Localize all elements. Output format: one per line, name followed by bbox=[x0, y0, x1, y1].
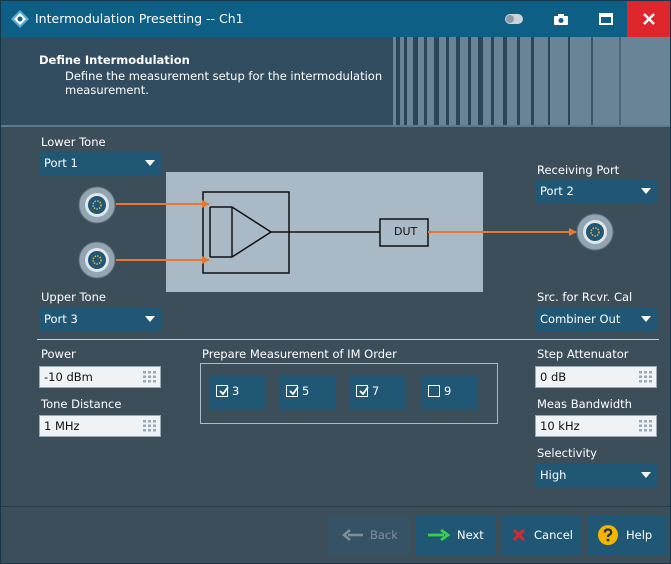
chevron-down-icon bbox=[641, 472, 651, 478]
checkbox-box bbox=[428, 385, 440, 397]
src-rcvr-cal-value: Combiner Out bbox=[540, 312, 621, 326]
tone-distance-label: Tone Distance bbox=[41, 397, 122, 411]
keypad-icon[interactable] bbox=[639, 371, 652, 383]
keypad-icon[interactable] bbox=[639, 420, 652, 432]
port-connector-icon bbox=[78, 186, 116, 224]
lower-tone-dropdown[interactable]: Port 1 bbox=[39, 151, 161, 175]
keypad-icon[interactable] bbox=[143, 420, 156, 432]
step-attenuator-value: 0 dB bbox=[540, 370, 567, 384]
lower-tone-label: Lower Tone bbox=[41, 135, 106, 149]
lower-tone-value: Port 1 bbox=[44, 156, 78, 170]
section-separator bbox=[37, 339, 659, 340]
dut-label: DUT bbox=[394, 225, 418, 238]
checkmark-icon bbox=[219, 386, 229, 396]
upper-tone-dropdown[interactable]: Port 3 bbox=[39, 307, 161, 331]
im-order-checkbox-9[interactable]: 9 bbox=[422, 375, 478, 409]
port-connector-icon bbox=[576, 213, 614, 251]
selectivity-label: Selectivity bbox=[537, 446, 597, 460]
meas-bandwidth-value: 10 kHz bbox=[540, 419, 580, 433]
step-attenuator-field[interactable]: 0 dB bbox=[535, 366, 657, 388]
tone-distance-value: 1 MHz bbox=[44, 419, 80, 433]
checkbox-box bbox=[356, 385, 369, 397]
checkbox-box bbox=[216, 385, 229, 397]
chevron-down-icon bbox=[641, 188, 651, 194]
help-icon bbox=[598, 525, 618, 545]
im-order-label: Prepare Measurement of IM Order bbox=[202, 347, 397, 361]
power-label: Power bbox=[41, 347, 76, 361]
keypad-icon[interactable] bbox=[143, 371, 156, 383]
im-order-checkbox-5[interactable]: 5 bbox=[280, 375, 336, 409]
checkbox-box bbox=[286, 385, 299, 397]
upper-tone-label: Upper Tone bbox=[41, 290, 106, 304]
selectivity-dropdown[interactable]: High bbox=[535, 463, 657, 487]
port-connector-icon bbox=[78, 241, 116, 279]
im-order-option-label: 7 bbox=[372, 384, 380, 398]
im-order-option-label: 9 bbox=[444, 384, 452, 398]
im-order-option-label: 5 bbox=[302, 384, 310, 398]
checkmark-icon bbox=[289, 386, 299, 396]
chevron-down-icon bbox=[145, 160, 155, 166]
arrow-right-icon bbox=[428, 529, 451, 541]
close-icon bbox=[512, 528, 526, 542]
im-order-option-label: 3 bbox=[232, 384, 240, 398]
chevron-down-icon bbox=[641, 316, 651, 322]
power-field[interactable]: -10 dBm bbox=[39, 366, 161, 388]
arrow-left-icon bbox=[342, 529, 363, 541]
next-label: Next bbox=[457, 528, 484, 542]
src-rcvr-cal-dropdown[interactable]: Combiner Out bbox=[535, 307, 657, 331]
dialog-window: Intermodulation Presetting -- Ch1 Define… bbox=[0, 0, 671, 564]
power-value: -10 dBm bbox=[44, 370, 93, 384]
cancel-button[interactable]: Cancel bbox=[501, 515, 582, 555]
receiving-port-value: Port 2 bbox=[540, 184, 574, 198]
upper-tone-value: Port 3 bbox=[44, 312, 78, 326]
help-label: Help bbox=[626, 528, 653, 542]
footer-separator bbox=[1, 506, 670, 507]
chevron-down-icon bbox=[145, 316, 155, 322]
help-button[interactable]: Help bbox=[588, 515, 668, 555]
step-attenuator-label: Step Attenuator bbox=[537, 347, 629, 361]
im-order-checkbox-3[interactable]: 3 bbox=[210, 375, 266, 409]
checkmark-icon bbox=[359, 386, 369, 396]
receiving-port-dropdown[interactable]: Port 2 bbox=[535, 179, 657, 203]
tone-distance-field[interactable]: 1 MHz bbox=[39, 415, 161, 437]
meas-bandwidth-label: Meas Bandwidth bbox=[537, 397, 632, 411]
next-button[interactable]: Next bbox=[415, 515, 495, 555]
cancel-label: Cancel bbox=[534, 528, 573, 542]
back-button[interactable]: Back bbox=[328, 515, 409, 555]
src-rcvr-cal-label: Src. for Rcvr. Cal bbox=[537, 290, 633, 304]
receiving-port-label: Receiving Port bbox=[537, 163, 620, 177]
im-order-checkbox-7[interactable]: 7 bbox=[350, 375, 406, 409]
back-label: Back bbox=[370, 528, 398, 542]
meas-bandwidth-field[interactable]: 10 kHz bbox=[535, 415, 657, 437]
selectivity-value: High bbox=[540, 468, 567, 482]
